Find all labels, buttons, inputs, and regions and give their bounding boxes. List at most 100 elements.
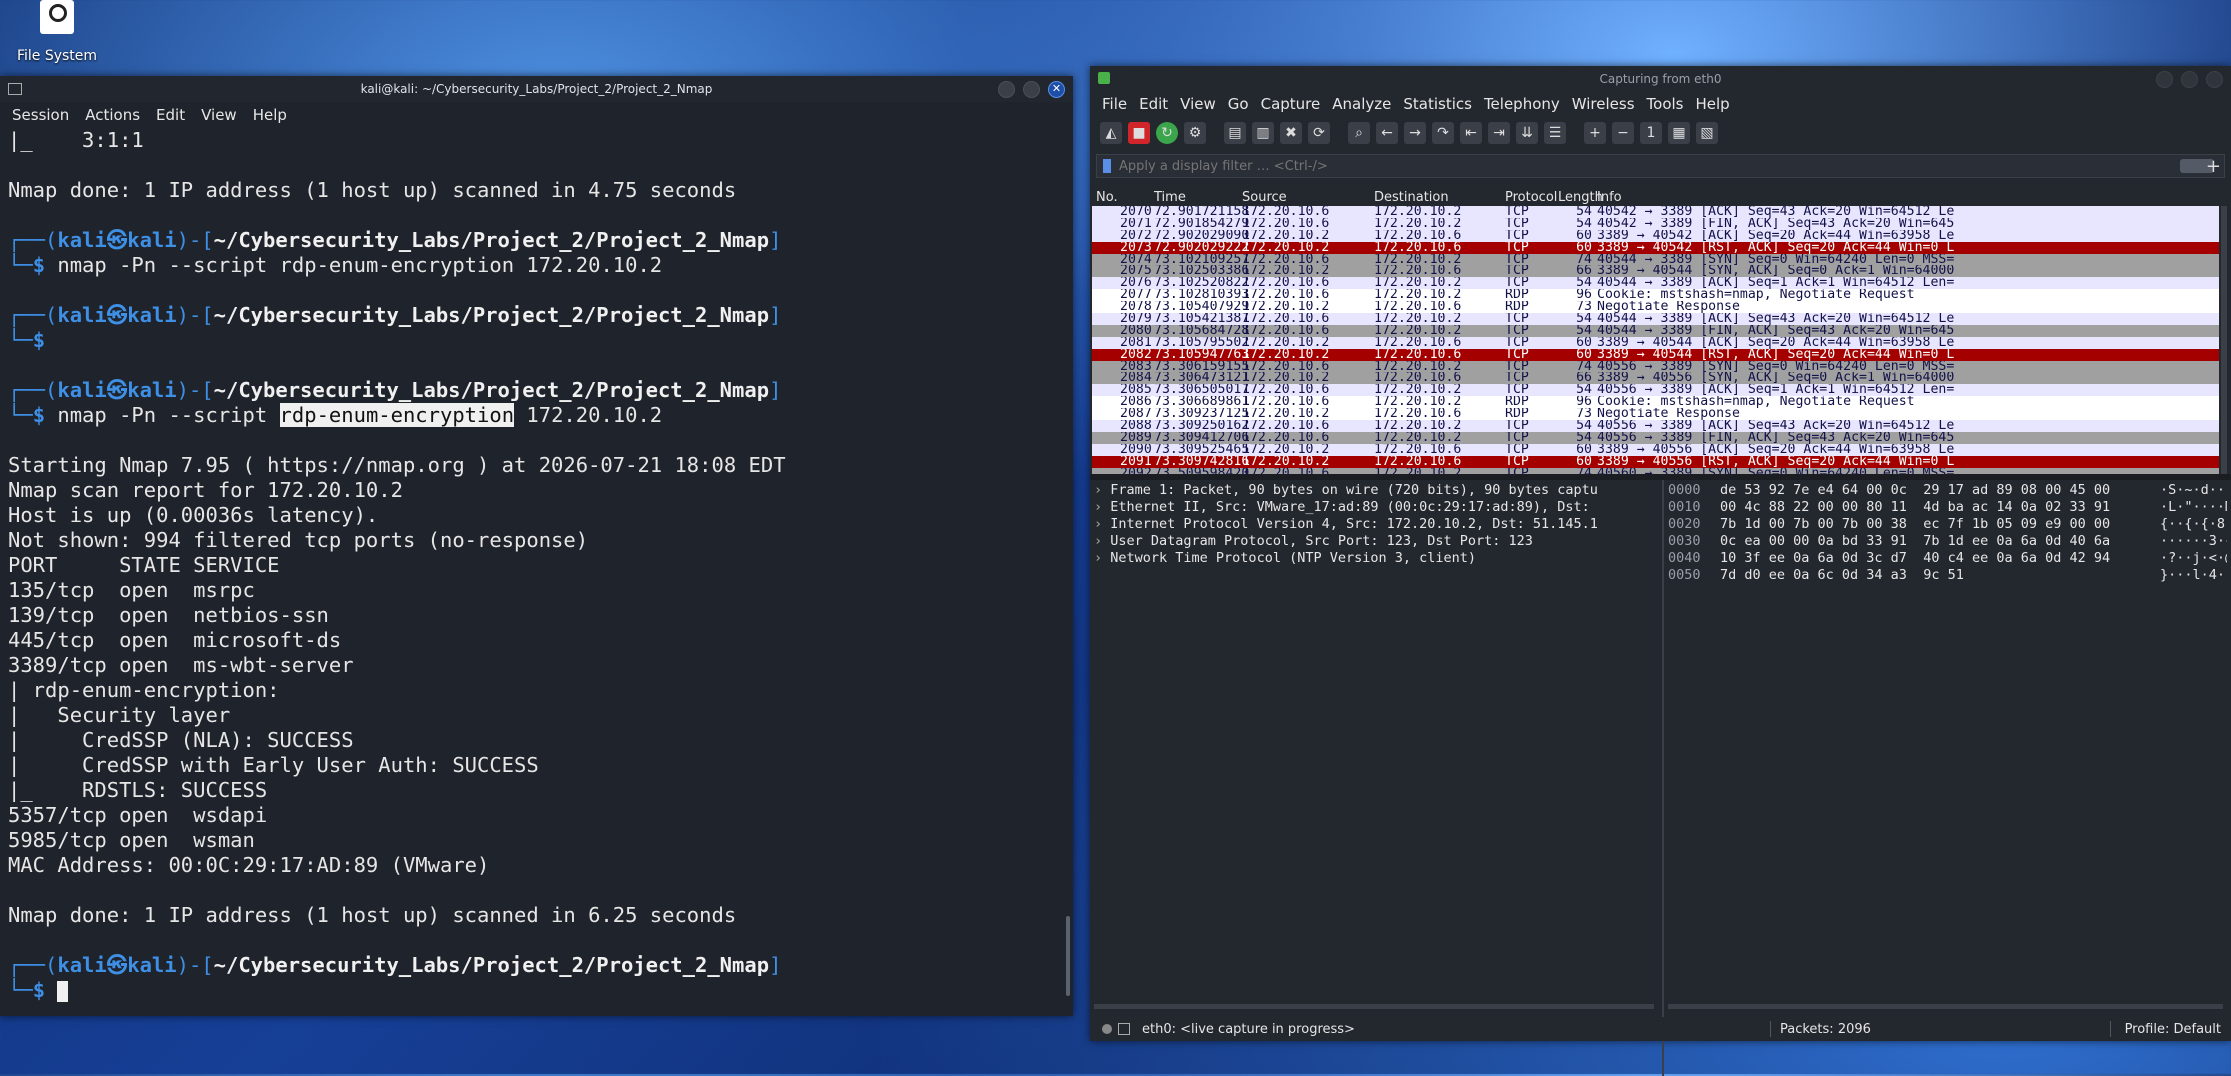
- minimize-button[interactable]: [998, 81, 1015, 98]
- file-system-desktop-icon[interactable]: File System: [12, 0, 102, 64]
- close-button[interactable]: [2206, 71, 2223, 88]
- go-to-packet-icon[interactable]: ↷: [1432, 122, 1454, 144]
- detail-tree-item[interactable]: Frame 1: Packet, 90 bytes on wire (720 b…: [1094, 482, 1659, 499]
- capture-options-icon[interactable]: ⚙: [1184, 122, 1206, 144]
- terminal-titlebar[interactable]: kali@kali: ~/Cybersecurity_Labs/Project_…: [0, 76, 1073, 102]
- packet-row[interactable]: 2085 73.306505017 172.20.10.6 172.20.10.2 TC…: [1092, 384, 2219, 397]
- last-packet-icon[interactable]: ⇥: [1488, 122, 1510, 144]
- open-file-icon[interactable]: ▤: [1224, 122, 1246, 144]
- packet-row[interactable]: 2089 73.309412706 172.20.10.6 172.20.10.2 TC…: [1092, 431, 2219, 444]
- detail-tree-item[interactable]: Network Time Protocol (NTP Version 3, cl…: [1094, 550, 1659, 567]
- col-info[interactable]: Info: [1597, 190, 1622, 205]
- packet-row[interactable]: 2077 73.102810393 172.20.10.6 172.20.10.2 RD…: [1092, 289, 2219, 302]
- packet-row[interactable]: 2088 73.309250162 172.20.10.6 172.20.10.2 TC…: [1092, 420, 2219, 432]
- col-protocol[interactable]: Protocol: [1505, 190, 1557, 205]
- packet-list-scrollbar[interactable]: [2221, 206, 2227, 474]
- maximize-button[interactable]: [2181, 71, 2198, 88]
- packet-row[interactable]: 2072 72.902029090 172.20.10.2 172.20.10.6 TC…: [1092, 229, 2219, 242]
- packet-row[interactable]: 2070 72.901721158 172.20.10.6 172.20.10.2 TC…: [1092, 206, 2219, 218]
- packet-row[interactable]: 2082 73.105947763 172.20.10.2 172.20.10.6 TC…: [1092, 348, 2219, 361]
- packet-row[interactable]: 2074 73.102109257 172.20.10.6 172.20.10.2 TC…: [1092, 253, 2219, 266]
- packet-list[interactable]: 2070 72.901721158 172.20.10.6 172.20.10.2 TC…: [1092, 206, 2219, 474]
- menu-view[interactable]: View: [193, 106, 245, 124]
- resize-columns-icon[interactable]: ▦: [1668, 122, 1690, 144]
- go-forward-icon[interactable]: →: [1404, 122, 1426, 144]
- col-time[interactable]: Time: [1154, 190, 1186, 205]
- detail-tree-item[interactable]: Internet Protocol Version 4, Src: 172.20…: [1094, 516, 1659, 533]
- ws-menu-edit[interactable]: Edit: [1133, 95, 1174, 113]
- wireshark-window[interactable]: Capturing from eth0 File Edit View Go Captur…: [1090, 66, 2231, 1076]
- col-source[interactable]: Source: [1242, 190, 1287, 205]
- packet-row[interactable]: 2075 73.102503386 172.20.10.2 172.20.10.6 TC…: [1092, 265, 2219, 278]
- menu-actions[interactable]: Actions: [77, 106, 148, 124]
- pane-splitter-vertical[interactable]: [1662, 480, 1664, 1076]
- col-no[interactable]: No.: [1096, 190, 1118, 205]
- packet-row[interactable]: 2080 73.105684728 172.20.10.6 172.20.10.2 TC…: [1092, 324, 2219, 337]
- menu-session[interactable]: Session: [4, 106, 77, 124]
- wireshark-titlebar[interactable]: Capturing from eth0: [1090, 66, 2231, 92]
- terminal-scrollbar[interactable]: [1066, 916, 1070, 996]
- shark-fin-start-icon[interactable]: ◭: [1100, 122, 1122, 144]
- packet-row[interactable]: 2079 73.105421387 172.20.10.6 172.20.10.2 TC…: [1092, 313, 2219, 325]
- packet-row[interactable]: 2073 72.902029222 172.20.10.2 172.20.10.6 TC…: [1092, 241, 2219, 254]
- packet-row[interactable]: 2090 73.309525465 172.20.10.2 172.20.10.6 TC…: [1092, 443, 2219, 456]
- display-filter-bar[interactable]: +: [1096, 154, 2225, 178]
- restart-capture-icon[interactable]: ↻: [1156, 122, 1178, 144]
- terminal-output[interactable]: |_ 3:1:1 Nmap done: 1 IP address (1 host…: [0, 128, 1063, 1016]
- detail-tree-item[interactable]: User Datagram Protocol, Src Port: 123, D…: [1094, 533, 1659, 550]
- packet-bytes-pane[interactable]: 0000 de 53 92 7e e4 64 00 0c 29 17 ad 89 …: [1668, 482, 2227, 582]
- detail-tree-item[interactable]: Ethernet II, Src: VMware_17:ad:89 (00:0c…: [1094, 499, 1659, 516]
- status-profile[interactable]: Profile: Default: [2125, 1022, 2221, 1037]
- autoscroll-icon[interactable]: ⇊: [1516, 122, 1538, 144]
- packet-row[interactable]: 2084 73.306473121 172.20.10.2 172.20.10.6 TC…: [1092, 372, 2219, 385]
- packet-row[interactable]: 2081 73.105795502 172.20.10.2 172.20.10.6 TC…: [1092, 336, 2219, 349]
- ws-menu-file[interactable]: File: [1096, 95, 1133, 113]
- terminal-window[interactable]: kali@kali: ~/Cybersecurity_Labs/Project_…: [0, 76, 1073, 1016]
- menu-edit[interactable]: Edit: [148, 106, 193, 124]
- packet-row[interactable]: 2083 73.306159155 172.20.10.6 172.20.10.2 TC…: [1092, 360, 2219, 373]
- packet-row[interactable]: 2086 73.306689861 172.20.10.6 172.20.10.2 RD…: [1092, 396, 2219, 409]
- ws-menu-telephony[interactable]: Telephony: [1478, 95, 1566, 113]
- packet-dst: 172.20.10.6: [1374, 229, 1462, 242]
- col-destination[interactable]: Destination: [1374, 190, 1449, 205]
- maximize-button[interactable]: [1023, 81, 1040, 98]
- minimize-button[interactable]: [2156, 71, 2173, 88]
- packet-row[interactable]: 2078 73.105407929 172.20.10.2 172.20.10.6 RD…: [1092, 301, 2219, 314]
- packet-row[interactable]: 2091 73.309742816 172.20.10.2 172.20.10.6 TC…: [1092, 455, 2219, 468]
- zoom-out-icon[interactable]: −: [1612, 122, 1634, 144]
- ws-menu-help[interactable]: Help: [1689, 95, 1735, 113]
- details-hscrollbar[interactable]: [1094, 1004, 1654, 1009]
- bookmark-icon[interactable]: [1103, 159, 1111, 173]
- packet-details-pane[interactable]: Frame 1: Packet, 90 bytes on wire (720 b…: [1094, 482, 1659, 707]
- ws-menu-view[interactable]: View: [1174, 95, 1222, 113]
- find-packet-icon[interactable]: ⌕: [1348, 122, 1370, 144]
- expert-info-icon[interactable]: [1102, 1024, 1112, 1034]
- ws-menu-capture[interactable]: Capture: [1255, 95, 1327, 113]
- bytes-hscrollbar[interactable]: [1668, 1004, 2223, 1009]
- reload-icon[interactable]: ⟳: [1308, 122, 1330, 144]
- go-back-icon[interactable]: ←: [1376, 122, 1398, 144]
- normal-size-icon[interactable]: 1: [1640, 122, 1662, 144]
- pane-splitter[interactable]: [1090, 474, 2231, 480]
- active-command-line[interactable]: └─$: [8, 978, 1055, 1003]
- menu-help[interactable]: Help: [245, 106, 295, 124]
- ws-menu-analyze[interactable]: Analyze: [1326, 95, 1397, 113]
- ws-menu-wireless[interactable]: Wireless: [1566, 95, 1641, 113]
- layout-icon[interactable]: ▧: [1696, 122, 1718, 144]
- close-file-icon[interactable]: ✖: [1280, 122, 1302, 144]
- save-file-icon[interactable]: ▥: [1252, 122, 1274, 144]
- zoom-in-icon[interactable]: +: [1584, 122, 1606, 144]
- display-filter-input[interactable]: [1117, 157, 2180, 175]
- first-packet-icon[interactable]: ⇤: [1460, 122, 1482, 144]
- ws-menu-statistics[interactable]: Statistics: [1397, 95, 1478, 113]
- ws-menu-tools[interactable]: Tools: [1641, 95, 1690, 113]
- stop-capture-icon[interactable]: ■: [1128, 122, 1150, 144]
- packet-row[interactable]: 2076 73.102520822 172.20.10.6 172.20.10.2 TC…: [1092, 277, 2219, 290]
- ws-menu-go[interactable]: Go: [1222, 95, 1255, 113]
- add-filter-button-icon[interactable]: +: [2206, 156, 2221, 177]
- close-button[interactable]: ✕: [1048, 81, 1065, 98]
- packet-row[interactable]: 2087 73.309237125 172.20.10.2 172.20.10.6 RD…: [1092, 408, 2219, 421]
- packet-row[interactable]: 2071 72.901854279 172.20.10.6 172.20.10.2 TC…: [1092, 217, 2219, 230]
- colorize-icon[interactable]: ☰: [1544, 122, 1566, 144]
- capture-comment-icon[interactable]: [1118, 1023, 1130, 1035]
